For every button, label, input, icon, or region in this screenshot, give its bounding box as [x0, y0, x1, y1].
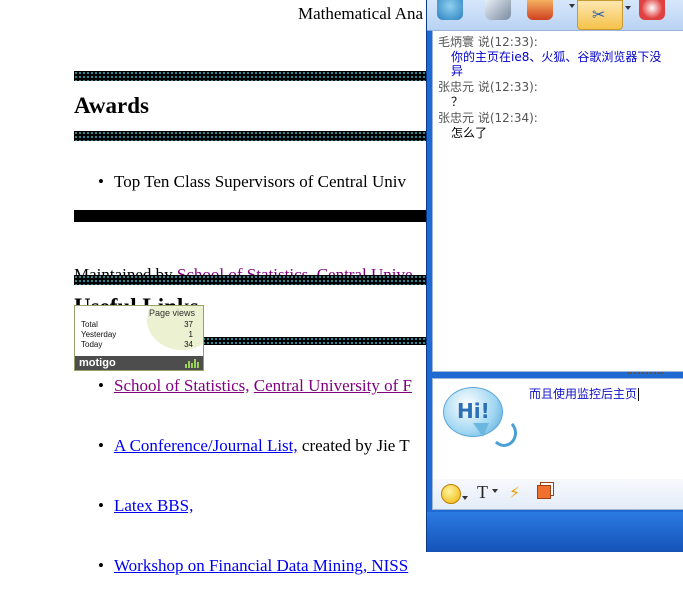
- font-icon[interactable]: T: [477, 482, 488, 503]
- link-workshop[interactable]: Workshop on Financial Data Mining, NISS: [114, 556, 408, 575]
- award-item: Top Ten Class Supervisors of Central Uni…: [114, 172, 406, 191]
- widget-row: Yesterday 1: [81, 330, 193, 339]
- hi-bubble-tail: [473, 423, 489, 437]
- typed-text: 而且使用监控后主页: [529, 387, 640, 401]
- nudge-icon[interactable]: ⚡: [509, 483, 520, 502]
- bullet-dot: •: [98, 436, 104, 455]
- list-item: Workshop on Financial Data Mining, NISS: [114, 556, 408, 576]
- bullet-dot: •: [98, 376, 104, 395]
- bullet-dot: •: [98, 172, 104, 191]
- chevron-down-icon[interactable]: [569, 4, 575, 8]
- link-latex-bbs[interactable]: Latex BBS,: [114, 496, 193, 515]
- dotted-divider: [74, 275, 434, 285]
- link-central-university[interactable]: Central University of F: [254, 376, 412, 395]
- message-body: 怎么了: [451, 126, 488, 140]
- phone-icon[interactable]: [485, 0, 511, 20]
- solid-divider: [74, 210, 434, 222]
- link-school-statistics[interactable]: School of Statistics,: [114, 376, 250, 395]
- message-body: 异: [451, 64, 464, 78]
- awards-heading: Awards: [74, 93, 149, 118]
- dotted-divider: [202, 337, 434, 345]
- chevron-down-icon[interactable]: [462, 496, 468, 500]
- block-icon[interactable]: [639, 0, 665, 20]
- scissors-icon[interactable]: ✂: [577, 0, 623, 30]
- globe-icon[interactable]: [437, 0, 463, 20]
- bullet-dot: •: [98, 496, 104, 515]
- list-item: School of Statistics, Central University…: [114, 376, 412, 396]
- chat-window: ✂ 毛炳寰 说(12:33): 你的主页在ie8、火狐、谷歌浏览器下没 异 张忠…: [426, 0, 683, 552]
- format-toolbar: T ⚡: [432, 479, 683, 510]
- emoticon-icon[interactable]: [441, 484, 461, 504]
- folder-icon[interactable]: [527, 0, 553, 20]
- list-item: Latex BBS,: [114, 496, 193, 516]
- bullet-dot: •: [98, 556, 104, 575]
- link-suffix: created by Jie T: [297, 436, 410, 455]
- chevron-down-icon[interactable]: [492, 489, 498, 493]
- widget-bars-icon: [185, 359, 199, 368]
- dotted-divider: [74, 131, 434, 141]
- splitter-handle[interactable]: [627, 372, 663, 376]
- list-item: A Conference/Journal List, created by Ji…: [114, 436, 410, 456]
- page-views-widget[interactable]: Page views Total 37 Yesterday 1 Today 34 mo…: [74, 305, 204, 371]
- hi-text: Hi!: [457, 399, 490, 423]
- message-body: 你的主页在ie8、火狐、谷歌浏览器下没: [451, 50, 662, 64]
- screenshot-icon[interactable]: [537, 485, 551, 499]
- widget-row: Today 34: [81, 340, 193, 349]
- widget-brand: motigo: [75, 356, 203, 370]
- widget-row: Total 37: [81, 320, 193, 329]
- chevron-down-icon[interactable]: [625, 6, 631, 10]
- dotted-divider: [74, 71, 434, 81]
- chat-toolbar: ✂: [427, 0, 683, 31]
- chat-bottom-bar: [427, 512, 683, 552]
- message-body: ？: [451, 95, 464, 109]
- text-caret: [638, 388, 640, 401]
- message-input[interactable]: Hi! 而且使用监控后主页: [432, 378, 683, 480]
- hi-swirl: [491, 419, 517, 447]
- widget-stats: Total 37 Yesterday 1 Today 34: [81, 320, 193, 350]
- widget-title: Page views: [148, 308, 195, 318]
- chat-history[interactable]: 毛炳寰 说(12:33): 你的主页在ie8、火狐、谷歌浏览器下没 异 张忠元 …: [432, 30, 683, 372]
- page-heading-top: Mathematical Ana: [298, 4, 424, 23]
- link-conference-list[interactable]: A Conference/Journal List,: [114, 436, 298, 455]
